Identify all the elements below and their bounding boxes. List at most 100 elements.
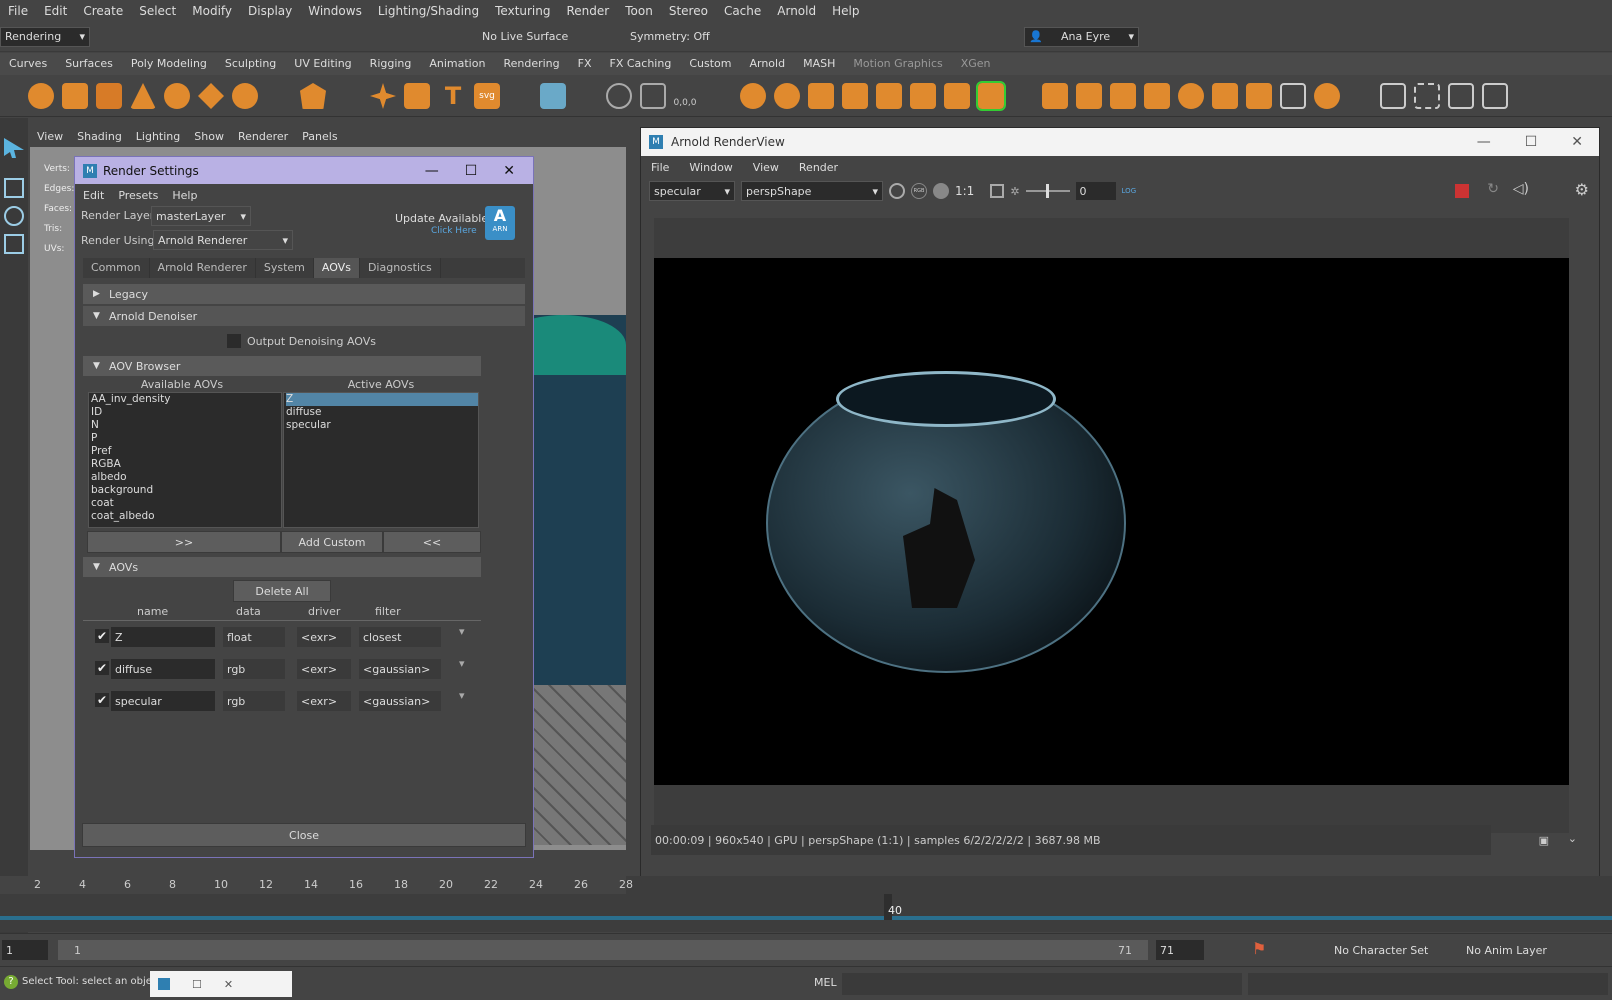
render-layer-select[interactable]: masterLayer ▾ — [151, 206, 251, 226]
available-aov-item[interactable]: albedo — [91, 471, 281, 484]
sphere-icon[interactable] — [28, 83, 54, 109]
maximize-icon[interactable]: ☐ — [1525, 134, 1538, 150]
available-aovs-list[interactable]: AA_inv_density ID N P Pref RGBA albedo backgrou… — [88, 392, 282, 528]
aov-driver-select[interactable]: <exr> — [297, 691, 351, 711]
quad-draw-icon[interactable] — [1380, 83, 1406, 109]
cone-icon[interactable] — [130, 83, 156, 109]
live-surface-field[interactable]: No Live Surface — [478, 26, 588, 47]
active-aov-item[interactable]: diffuse — [286, 406, 478, 419]
slider-handle[interactable] — [1045, 184, 1049, 198]
end-frame-field[interactable]: 71 — [1156, 940, 1204, 960]
gear-icon[interactable]: ⚙ — [1575, 180, 1589, 199]
merge-icon[interactable] — [1110, 83, 1136, 109]
poke-icon[interactable] — [1246, 83, 1272, 109]
active-aovs-list[interactable]: Zdiffuse specular — [283, 392, 479, 528]
log-icon[interactable]: LOG — [1122, 187, 1137, 195]
ratio-label[interactable]: 1:1 — [955, 184, 974, 198]
tab-common[interactable]: Common — [83, 258, 150, 278]
multi-cut-icon[interactable] — [1314, 83, 1340, 109]
command-line-input[interactable] — [842, 973, 1242, 995]
character-set-select[interactable]: No Character Set — [1330, 940, 1450, 960]
shelf-tab-arnold[interactable]: Arnold — [740, 53, 794, 75]
shelf-tab-motiongraphics[interactable]: Motion Graphics — [844, 53, 951, 75]
aov-name-field[interactable]: Z — [111, 627, 215, 647]
select-tool-icon[interactable] — [4, 138, 24, 158]
boolean-icon[interactable] — [842, 83, 868, 109]
lasso-tool-icon[interactable] — [4, 178, 24, 198]
delete-all-button[interactable]: Delete All — [233, 580, 331, 602]
shelf-tab-xgen[interactable]: XGen — [952, 53, 1000, 75]
maximize-icon[interactable]: ☐ — [192, 978, 202, 991]
shelf-tab-custom[interactable]: Custom — [680, 53, 740, 75]
aov-filter-select[interactable]: <gaussian> — [359, 659, 441, 679]
shelf-tab-sculpting[interactable]: Sculpting — [216, 53, 285, 75]
snapshot-icon[interactable]: ▣ — [1539, 834, 1549, 847]
cylinder-icon[interactable] — [96, 83, 122, 109]
render-using-select[interactable]: Arnold Renderer ▾ — [153, 230, 293, 250]
pipe-icon[interactable] — [404, 83, 430, 109]
svg-icon[interactable]: svg — [474, 83, 500, 109]
menu-help[interactable]: Help — [172, 189, 197, 202]
grid-icon[interactable] — [540, 83, 566, 109]
aov-enabled-checkbox[interactable]: ✔ — [95, 693, 109, 707]
separate-icon[interactable] — [774, 83, 800, 109]
stop-render-icon[interactable] — [1455, 184, 1469, 198]
wedge-icon[interactable] — [1212, 83, 1238, 109]
output-denoising-checkbox[interactable] — [227, 334, 241, 348]
region-icon[interactable] — [990, 184, 1005, 198]
menu-arnold[interactable]: Arnold — [769, 4, 824, 18]
close-icon[interactable]: ✕ — [503, 163, 515, 179]
append-icon[interactable] — [1144, 83, 1170, 109]
bridge-icon[interactable] — [944, 83, 970, 109]
maximize-icon[interactable]: ☐ — [465, 163, 478, 179]
shelf-tab-fx[interactable]: FX — [569, 53, 601, 75]
chevron-down-icon[interactable]: ▾ — [459, 657, 465, 670]
minimize-icon[interactable]: — — [425, 163, 439, 179]
shelf-tab-animation[interactable]: Animation — [420, 53, 494, 75]
chevron-down-icon[interactable]: ⌄ — [1568, 832, 1577, 845]
xyz-icon[interactable]: 0,0,0 — [672, 83, 698, 109]
rv-menu-window[interactable]: Window — [689, 161, 732, 174]
shelf-tab-rendering[interactable]: Rendering — [494, 53, 568, 75]
tab-system[interactable]: System — [256, 258, 314, 278]
available-aov-item[interactable]: coat — [91, 497, 281, 510]
aov-driver-select[interactable]: <exr> — [297, 659, 351, 679]
combine-icon[interactable] — [740, 83, 766, 109]
tab-arnold-renderer[interactable]: Arnold Renderer — [150, 258, 256, 278]
shelf-tab-polymodeling[interactable]: Poly Modeling — [122, 53, 216, 75]
sculpt-icon[interactable] — [1448, 83, 1474, 109]
close-icon[interactable]: ✕ — [1571, 134, 1583, 150]
user-account[interactable]: 👤 Ana Eyre ▾ — [1024, 26, 1139, 47]
bevel-icon[interactable] — [1042, 83, 1068, 109]
rv-menu-view[interactable]: View — [753, 161, 779, 174]
crop-icon[interactable] — [889, 183, 905, 199]
menu-edit[interactable]: Edit — [36, 4, 75, 18]
available-aov-item[interactable]: RGBA — [91, 458, 281, 471]
torus-icon[interactable] — [164, 83, 190, 109]
menu-cache[interactable]: Cache — [716, 4, 769, 18]
tab-aovs[interactable]: AOVs — [313, 258, 360, 278]
rv-menu-render[interactable]: Render — [799, 161, 838, 174]
aovs-section[interactable]: ▼ AOVs — [83, 557, 481, 577]
close-button[interactable]: Close — [82, 823, 526, 847]
fill-hole-icon[interactable] — [1076, 83, 1102, 109]
menu-texturing[interactable]: Texturing — [487, 4, 558, 18]
reduce-icon[interactable] — [910, 83, 936, 109]
render-canvas[interactable] — [654, 218, 1569, 833]
aov-name-field[interactable]: specular — [111, 691, 215, 711]
aov-enabled-checkbox[interactable]: ✔ — [95, 629, 109, 643]
aov-select[interactable]: specular ▾ — [649, 181, 735, 201]
target-weld-icon[interactable] — [1178, 83, 1204, 109]
aov-driver-select[interactable]: <exr> — [297, 627, 351, 647]
aov-filter-select[interactable]: closest — [359, 627, 441, 647]
display-icon[interactable] — [933, 183, 949, 199]
aov-name-field[interactable]: diffuse — [111, 659, 215, 679]
close-icon[interactable]: ✕ — [224, 978, 233, 991]
edge-loop-icon[interactable] — [1414, 83, 1440, 109]
exposure-field[interactable]: 0 — [1075, 182, 1116, 200]
time-slider[interactable]: 2 4 6 8 10 12 14 16 18 20 22 24 26 28 40 — [0, 876, 1612, 932]
menu-windows[interactable]: Windows — [300, 4, 370, 18]
shelf-tab-mash[interactable]: MASH — [794, 53, 844, 75]
aov-filter-select[interactable]: <gaussian> — [359, 691, 441, 711]
click-here-link[interactable]: Click Here — [431, 226, 477, 236]
